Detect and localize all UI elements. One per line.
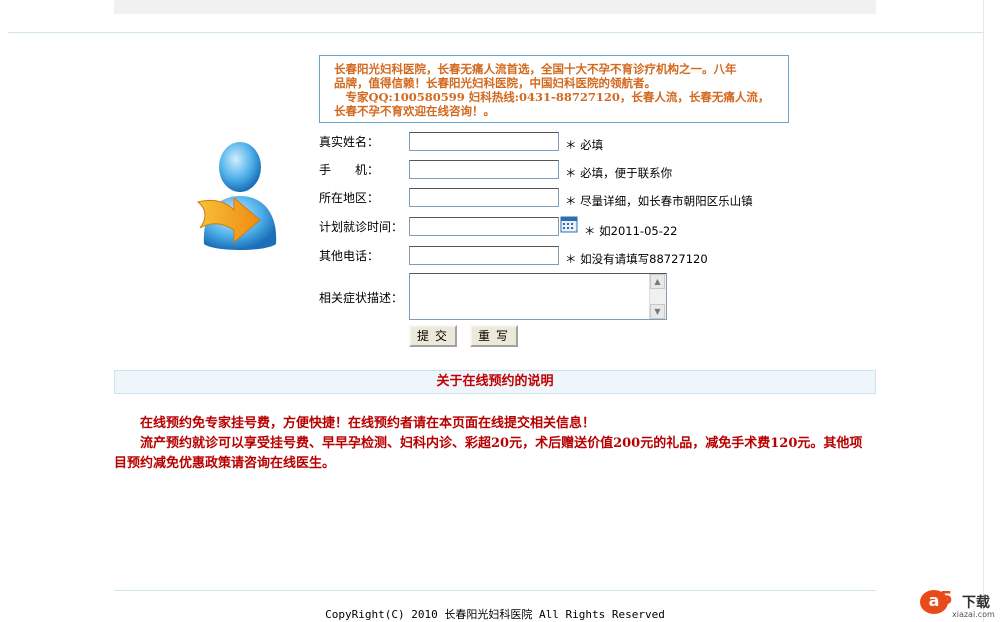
visit-date-input[interactable]	[409, 217, 559, 236]
top-divider	[8, 32, 983, 33]
symptom-label: 相关症状描述：	[319, 291, 404, 305]
visit-date-hint: ＊ 如2011-05-22	[584, 224, 678, 238]
phone-hint: ＊ 必填，便于联系你	[565, 166, 673, 180]
area-label: 所在地区：	[319, 191, 380, 205]
notice-line-3: 专家QQ:100580599 妇科热线:0431-88727120，长春人流，长…	[334, 90, 770, 104]
textarea-scrollbar[interactable]: ▲ ▼	[649, 274, 666, 319]
scroll-down-icon[interactable]: ▼	[650, 304, 665, 319]
description-line-1: 在线预约免专家挂号费，方便快捷！在线预约者请在本页面在线提交相关信息！	[114, 416, 596, 431]
logo-sub: xiazai.com	[952, 610, 995, 619]
name-hint: ＊ 必填	[565, 138, 604, 152]
user-arrow-icon	[196, 142, 277, 250]
phone-input[interactable]	[409, 160, 559, 179]
submit-button[interactable]: 提交	[409, 325, 457, 347]
scroll-up-icon[interactable]: ▲	[650, 274, 665, 289]
booking-description: 在线预约免专家挂号费，方便快捷！在线预约者请在本页面在线提交相关信息！ 流产预约…	[114, 414, 864, 474]
reset-button[interactable]: 重写	[470, 325, 518, 347]
other-phone-input[interactable]	[409, 246, 559, 265]
symptom-textarea[interactable]: ▲ ▼	[409, 273, 667, 320]
notice-line-1: 长春阳光妇科医院，长春无痛人流首选，全国十大不孕不育诊疗机构之一。八年	[334, 62, 737, 76]
logo-five: 5	[940, 588, 953, 609]
top-strip	[114, 0, 876, 14]
section-title: 关于在线预约的说明	[114, 370, 876, 394]
calendar-icon[interactable]	[560, 215, 578, 233]
name-input[interactable]	[409, 132, 559, 151]
notice-line-4: 长春不孕不育欢迎在线咨询！。	[334, 104, 495, 118]
area-hint: ＊ 尽量详细，如长春市朝阳区乐山镇	[565, 194, 753, 208]
footer-copyright: CopyRight(C) 2010 长春阳光妇科医院 All Rights Re…	[325, 608, 665, 621]
hospital-notice: 长春阳光妇科医院，长春无痛人流首选，全国十大不孕不育诊疗机构之一。八年 品牌，值…	[319, 55, 789, 123]
other-phone-label: 其他电话：	[319, 249, 380, 263]
name-label: 真实姓名：	[319, 135, 380, 149]
description-line-2: 流产预约就诊可以享受挂号费、早早孕检测、妇科内诊、彩超20元，术后赠送价值200…	[114, 436, 863, 471]
bottom-divider	[114, 590, 876, 591]
phone-label: 手 机：	[319, 163, 380, 177]
area-input[interactable]	[409, 188, 559, 207]
notice-line-2: 品牌，值得信赖！长春阳光妇科医院，中国妇科医院的领航者。	[334, 76, 656, 90]
visit-date-label: 计划就诊时间：	[319, 220, 404, 234]
other-phone-hint: ＊ 如没有请填写88727120	[565, 252, 708, 266]
window-scrollbar[interactable]	[983, 0, 1008, 622]
a5-logo: a 5 下载 xiazai.com	[920, 588, 1000, 619]
logo-text: 下载	[962, 595, 990, 611]
